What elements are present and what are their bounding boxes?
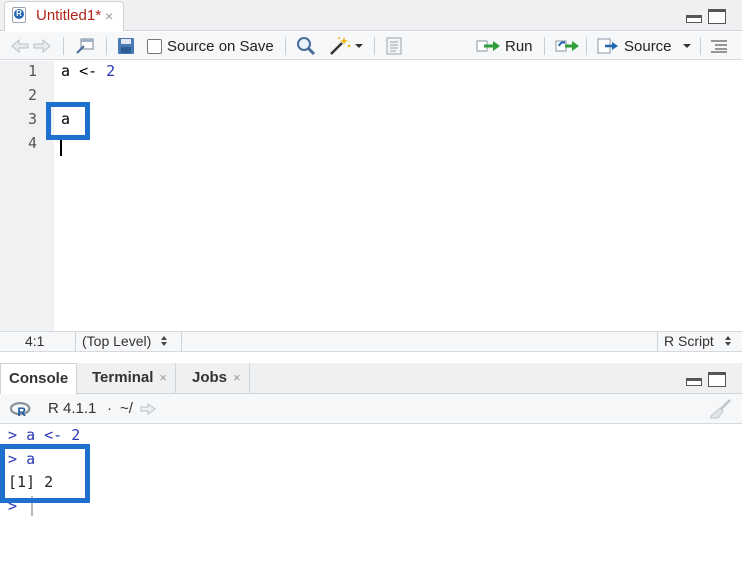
editor-tab-untitled1[interactable]: R Untitled1* × bbox=[4, 1, 124, 31]
editor-toolbar: Source on Save Run Source bbox=[0, 32, 742, 60]
clear-console-broom-icon[interactable] bbox=[708, 399, 732, 419]
file-type-selector[interactable]: R Script bbox=[664, 333, 732, 349]
tab-label: Jobs bbox=[192, 369, 228, 386]
line-number: 4 bbox=[27, 134, 37, 152]
toolbar-separator bbox=[544, 37, 545, 55]
line-number: 1 bbox=[27, 62, 37, 80]
console-header: R R 4.1.1 · ~/ bbox=[0, 394, 742, 424]
status-separator bbox=[75, 332, 76, 352]
highlight-box-editor bbox=[46, 102, 90, 140]
up-down-chevron-icon bbox=[161, 336, 168, 346]
up-down-chevron-icon bbox=[724, 336, 731, 346]
source-on-save-label: Source on Save bbox=[167, 37, 274, 55]
run-arrow-icon bbox=[476, 40, 500, 52]
file-type-label: R Script bbox=[664, 333, 714, 349]
assignment-operator: <- bbox=[79, 62, 98, 80]
close-tab-icon[interactable]: × bbox=[159, 370, 167, 385]
tab-jobs[interactable]: Jobs × bbox=[184, 363, 250, 394]
console-command: a <- 2 bbox=[26, 426, 81, 444]
chevron-down-icon[interactable] bbox=[682, 41, 692, 51]
go-to-directory-arrow-icon[interactable] bbox=[140, 403, 156, 415]
scope-label: (Top Level) bbox=[82, 333, 152, 349]
toolbar-separator bbox=[63, 37, 64, 55]
maximize-pane-icon[interactable] bbox=[708, 372, 726, 387]
r-version: R 4.1.1 bbox=[48, 400, 97, 417]
r-script-file-icon: R bbox=[12, 7, 26, 23]
show-in-new-window-icon[interactable] bbox=[75, 32, 95, 60]
status-separator bbox=[181, 332, 182, 352]
console-tab-bar: Console Terminal × Jobs × bbox=[0, 363, 742, 394]
close-tab-icon[interactable]: × bbox=[105, 8, 113, 24]
source-label: Source bbox=[624, 37, 672, 55]
minimize-pane-icon[interactable] bbox=[686, 15, 702, 23]
checkbox-box[interactable] bbox=[147, 38, 162, 54]
search-icon[interactable] bbox=[296, 32, 316, 60]
compile-report-icon[interactable] bbox=[386, 32, 402, 60]
tab-label: Terminal bbox=[92, 369, 154, 386]
source-arrow-icon bbox=[597, 38, 618, 54]
numeric-literal: 2 bbox=[106, 62, 116, 80]
working-directory: ~/ bbox=[120, 400, 133, 417]
rerun-icon[interactable] bbox=[555, 32, 581, 60]
tab-label: Console bbox=[9, 370, 69, 387]
toolbar-separator bbox=[586, 37, 587, 55]
status-separator bbox=[657, 332, 658, 352]
editor-status-bar: 4:1 (Top Level) R Script bbox=[0, 331, 742, 352]
code-editor[interactable] bbox=[54, 61, 742, 331]
toolbar-separator bbox=[106, 37, 107, 55]
cursor-position: 4:1 bbox=[25, 333, 45, 349]
svg-text:R: R bbox=[17, 405, 26, 417]
prompt: > bbox=[8, 426, 18, 444]
close-tab-icon[interactable]: × bbox=[233, 370, 241, 385]
tab-console[interactable]: Console bbox=[0, 363, 78, 394]
tab-terminal[interactable]: Terminal × bbox=[84, 363, 176, 394]
forward-arrow-icon[interactable] bbox=[31, 32, 53, 60]
chevron-down-icon[interactable] bbox=[354, 41, 364, 51]
save-icon[interactable] bbox=[117, 32, 135, 60]
maximize-pane-icon[interactable] bbox=[708, 9, 726, 24]
back-arrow-icon[interactable] bbox=[9, 32, 31, 60]
code-tools-wand-icon[interactable] bbox=[328, 32, 364, 60]
line-number: 3 bbox=[27, 110, 37, 128]
source-on-save-checkbox[interactable]: Source on Save bbox=[147, 32, 274, 60]
minimize-pane-icon[interactable] bbox=[686, 378, 702, 386]
editor-tab-title: Untitled1* bbox=[36, 7, 102, 24]
console-window-controls bbox=[686, 372, 726, 390]
run-button[interactable]: Run bbox=[476, 32, 533, 60]
run-label: Run bbox=[505, 37, 533, 55]
code-line[interactable]: a <- 2 bbox=[61, 62, 115, 80]
document-outline-icon[interactable] bbox=[710, 32, 728, 60]
editor-tab-bar: R Untitled1* × bbox=[0, 0, 742, 31]
line-number: 2 bbox=[27, 86, 37, 104]
code-identifier: a bbox=[61, 62, 71, 80]
source-button[interactable]: Source bbox=[597, 32, 692, 60]
console-output[interactable] bbox=[0, 425, 742, 588]
toolbar-separator bbox=[374, 37, 375, 55]
highlight-box-console bbox=[0, 444, 90, 503]
console-input-line: > a <- 2 bbox=[8, 426, 80, 444]
toolbar-separator bbox=[285, 37, 286, 55]
r-logo-icon: R bbox=[10, 402, 31, 417]
header-separator: · bbox=[107, 400, 112, 417]
editor-window-controls bbox=[686, 9, 726, 27]
toolbar-separator bbox=[700, 37, 701, 55]
scope-selector[interactable]: (Top Level) bbox=[82, 333, 168, 349]
